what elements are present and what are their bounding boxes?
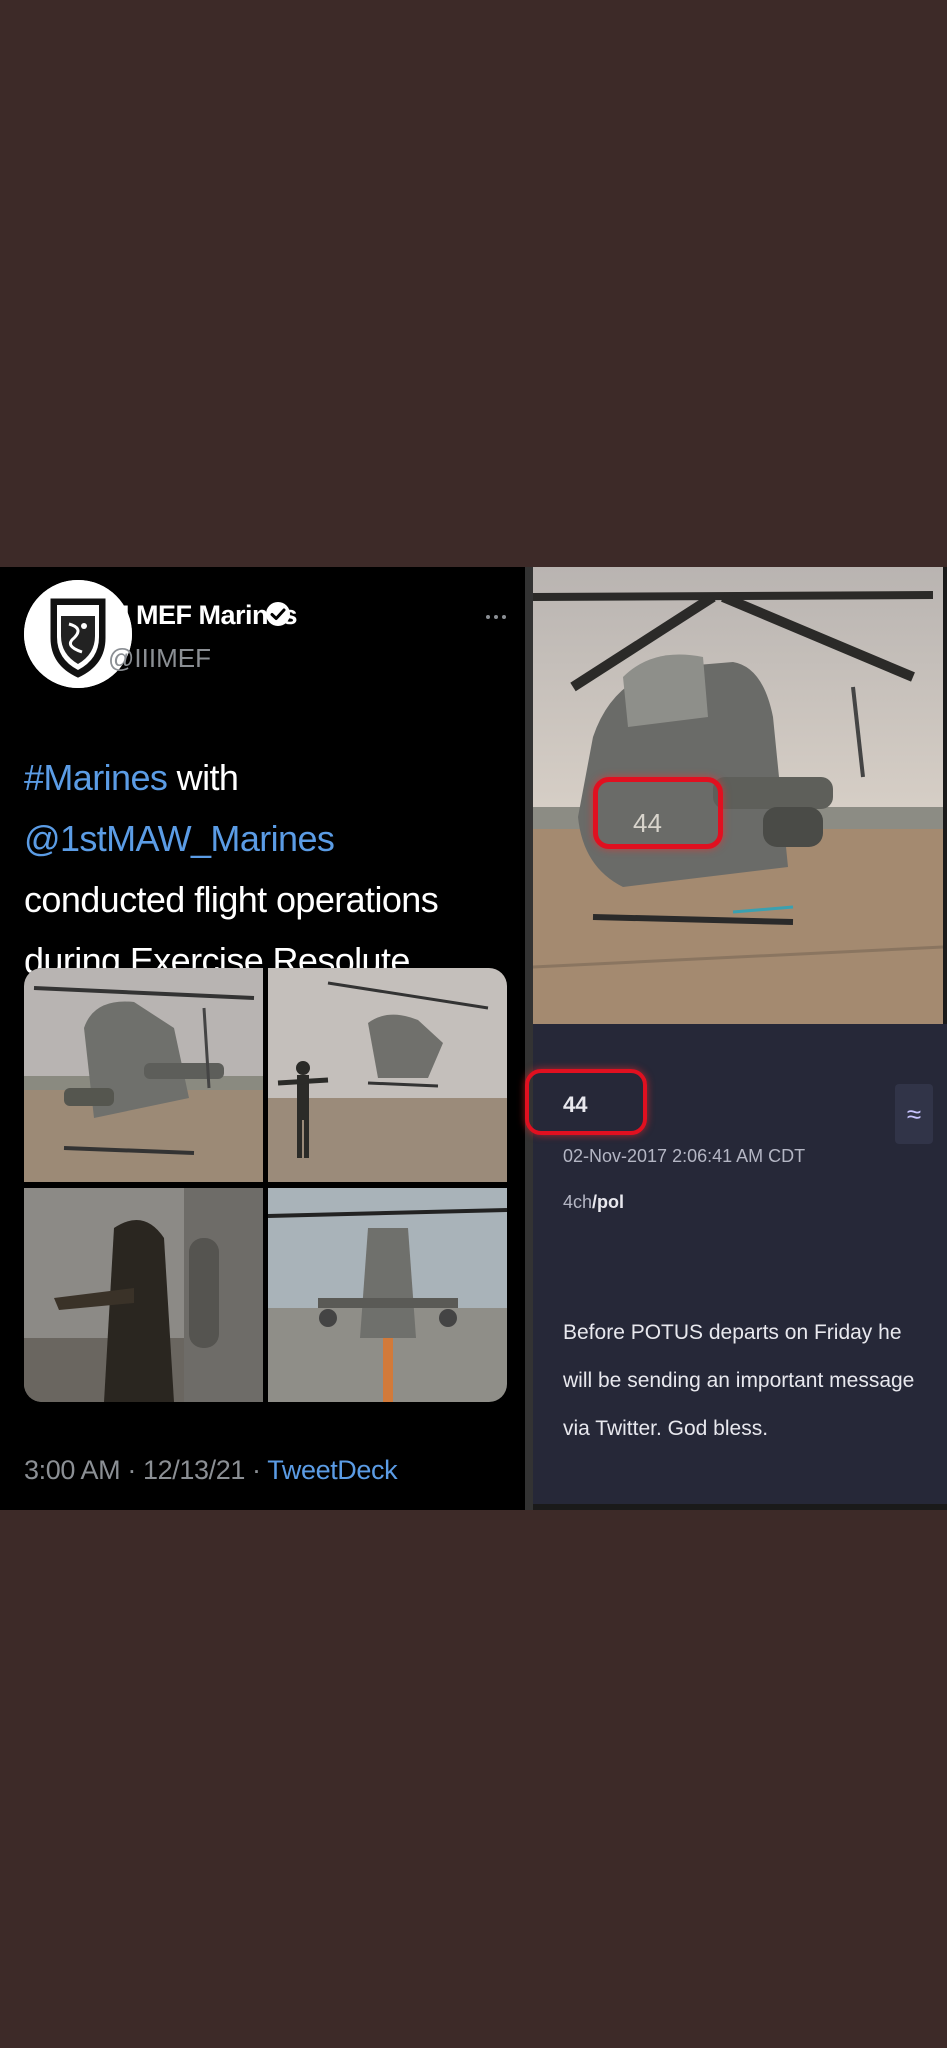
tweet-card: III MEF Marines @IIIMEF #Marines with @1… [0,567,525,1510]
post-card: 44 ≈ 02-Nov-2017 2:06:41 AM CDT 4ch/pol … [525,1024,947,1504]
source-link[interactable]: TweetDeck [267,1455,397,1485]
post-number-highlight [525,1069,647,1135]
board-name[interactable]: /pol [592,1192,624,1212]
hashtag-link[interactable]: #Marines [24,757,168,798]
post-body: Before POTUS departs on Friday he will b… [563,1321,915,1440]
photo-number-highlight [593,777,723,849]
handle[interactable]: @IIIMEF [108,643,211,674]
helicopter-closeup-photo: 44 [533,567,943,1024]
tweet-media-grid [24,968,507,1402]
post-board: 4ch/pol [563,1192,624,1213]
verified-badge-icon [266,602,290,626]
tweet-timestamp: 3:00 AM · 12/13/21 · TweetDeck [24,1455,398,1486]
timestamp-text: 3:00 AM · 12/13/21 · [24,1455,268,1485]
board-prefix: 4ch [563,1192,593,1212]
more-options-icon[interactable] [484,612,508,622]
media-photo-helicopter-front[interactable] [24,968,263,1182]
post-date: 02-Nov-2017 2:06:41 AM CDT [563,1146,806,1166]
helicopter-headon-photo-icon [268,1188,507,1402]
tweet-text-with: with [167,757,239,798]
media-photo-marine-closeup[interactable] [24,1188,263,1402]
mention-link[interactable]: @1stMAW_Marines [24,818,335,859]
marine-photo-icon [268,968,507,1182]
media-photo-helicopter-headon[interactable] [268,1188,507,1402]
marine-closeup-photo-icon [24,1188,263,1402]
media-photo-marine-signal[interactable] [268,968,507,1182]
panel-divider [525,567,533,1510]
link-icon[interactable]: ≈ [895,1084,933,1144]
screenshot-collage: III MEF Marines @IIIMEF #Marines with @1… [0,567,947,1510]
helicopter-photo-icon [24,968,263,1182]
